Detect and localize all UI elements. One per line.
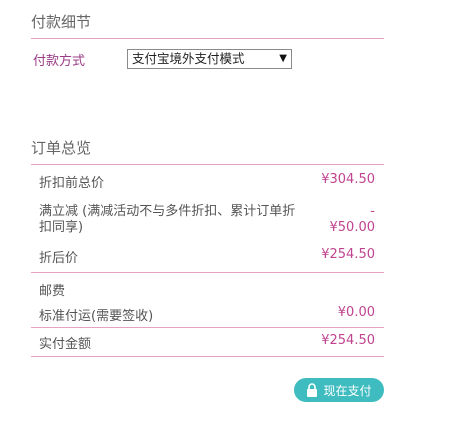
dropdown-arrow-icon: ▼ [279, 53, 287, 64]
payment-details-title: 付款细节 [31, 11, 384, 39]
summary-row-label: 满立减 (满减活动不与多件折扣、累计订单折扣同享) [39, 204, 296, 235]
pay-now-button[interactable]: 现在支付 [294, 378, 384, 402]
summary-row-value: ¥254.50 [321, 333, 375, 348]
order-summary-title: 订单总览 [31, 137, 384, 165]
summary-row-standard-shipping: 标准付运(需要签收) ¥0.00 [31, 302, 384, 328]
summary-row-shipping: 邮费 [31, 273, 384, 302]
pay-now-label: 现在支付 [323, 383, 372, 398]
summary-row-value: - ¥50.00 [329, 204, 376, 235]
summary-row-value: ¥304.50 [321, 172, 375, 187]
summary-row-subtotal: 折扣前总价 ¥304.50 [31, 164, 384, 198]
summary-row-discount: 满立减 (满减活动不与多件折扣、累计订单折扣同享) - ¥50.00 [31, 198, 384, 244]
payment-method-select[interactable]: 支付宝境外支付模式 ▼ [127, 49, 292, 69]
summary-row-label: 邮费 [39, 284, 66, 299]
summary-row-value: ¥0.00 [337, 305, 375, 320]
summary-row-total: 实付金额 ¥254.50 [31, 328, 384, 357]
summary-row-after-discount: 折后价 ¥254.50 [31, 244, 384, 273]
payment-method-selected-value: 支付宝境外支付模式 [132, 51, 245, 66]
payment-method-row: 付款方式 支付宝境外支付模式 ▼ [33, 49, 384, 69]
lock-icon [307, 383, 318, 397]
order-summary-table: 折扣前总价 ¥304.50 满立减 (满减活动不与多件折扣、累计订单折扣同享) … [31, 164, 384, 357]
summary-row-label: 标准付运(需要签收) [39, 309, 154, 324]
summary-row-value: ¥254.50 [321, 247, 375, 262]
payment-method-label: 付款方式 [33, 54, 86, 69]
